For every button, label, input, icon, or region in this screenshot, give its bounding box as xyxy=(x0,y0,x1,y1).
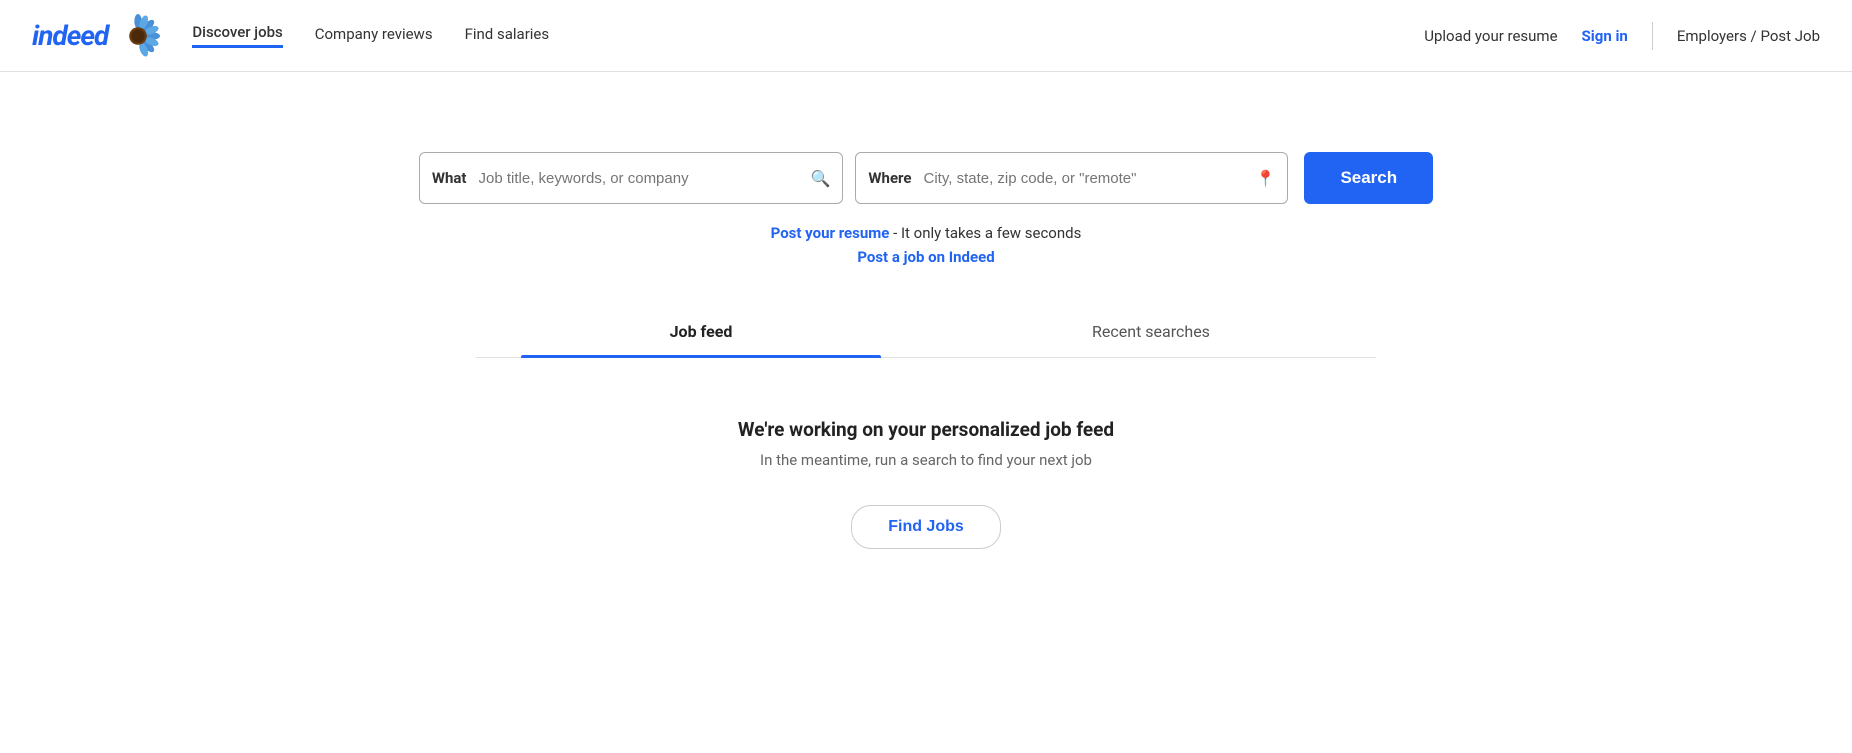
tabs-container: Job feed Recent searches xyxy=(476,306,1376,358)
tab-recent-searches[interactable]: Recent searches xyxy=(926,306,1376,357)
main-content: What 🔍 Where 📍 Search Post your resume -… xyxy=(0,72,1852,589)
location-pin-icon: 📍 xyxy=(1244,169,1288,188)
post-resume-text: - It only takes a few seconds xyxy=(889,224,1081,242)
nav-discover-jobs[interactable]: Discover jobs xyxy=(192,23,282,48)
nav-company-reviews[interactable]: Company reviews xyxy=(315,25,433,47)
upload-resume-link[interactable]: Upload your resume xyxy=(1424,27,1557,45)
below-search-links: Post your resume - It only takes a few s… xyxy=(771,224,1082,266)
post-job-link[interactable]: Post a job on Indeed xyxy=(771,248,1082,266)
what-label: What xyxy=(420,169,479,187)
logo-area: indeed xyxy=(32,14,160,58)
tab-job-feed[interactable]: Job feed xyxy=(476,306,926,357)
post-resume-line: Post your resume - It only takes a few s… xyxy=(771,224,1082,242)
job-feed-content: We're working on your personalized job f… xyxy=(476,358,1376,589)
header: indeed Discover jobs Company reviews Fin… xyxy=(0,0,1852,72)
header-divider xyxy=(1652,22,1653,50)
what-field: What 🔍 xyxy=(419,152,844,204)
find-jobs-button[interactable]: Find Jobs xyxy=(851,505,1001,549)
post-resume-link[interactable]: Post your resume xyxy=(771,224,890,242)
where-label: Where xyxy=(856,169,923,187)
employers-post-job-link[interactable]: Employers / Post Job xyxy=(1677,27,1820,45)
feed-subtitle: In the meantime, run a search to find yo… xyxy=(760,451,1092,469)
what-input[interactable] xyxy=(479,156,799,201)
sunflower-icon xyxy=(116,14,160,58)
where-input[interactable] xyxy=(924,156,1244,201)
nav-find-salaries[interactable]: Find salaries xyxy=(465,25,550,47)
search-button[interactable]: Search xyxy=(1304,152,1433,204)
where-field: Where 📍 xyxy=(855,152,1288,204)
main-nav: Discover jobs Company reviews Find salar… xyxy=(192,23,549,48)
feed-title: We're working on your personalized job f… xyxy=(738,418,1114,441)
header-right: Upload your resume Sign in Employers / P… xyxy=(1424,22,1820,50)
indeed-logo[interactable]: indeed xyxy=(32,19,108,52)
sign-in-link[interactable]: Sign in xyxy=(1582,27,1628,45)
search-bar: What 🔍 Where 📍 Search xyxy=(419,152,1433,204)
search-magnifier-icon: 🔍 xyxy=(799,169,843,188)
